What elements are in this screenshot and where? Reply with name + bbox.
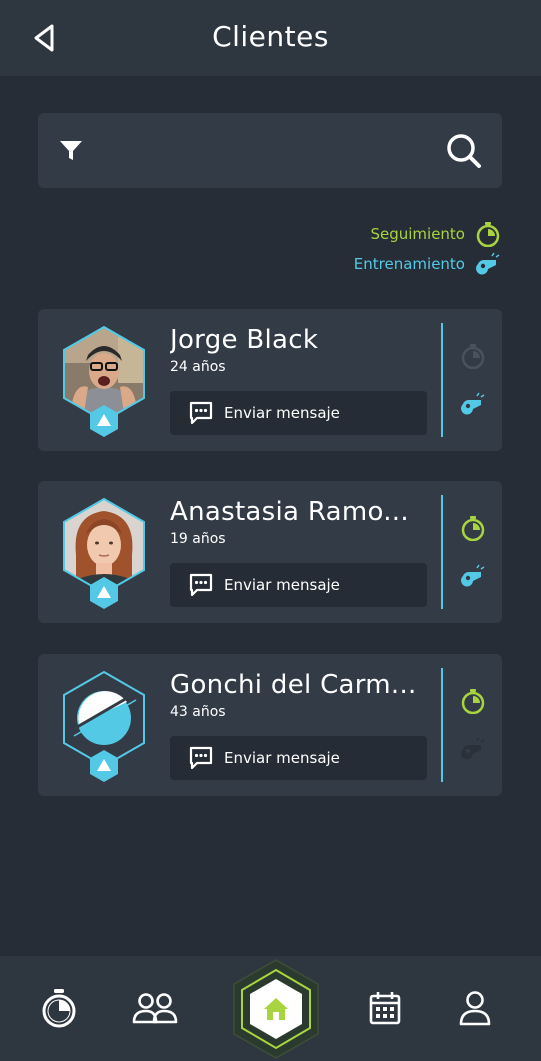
client-age: 19 años [170, 531, 226, 547]
send-message-label: Enviar mensaje [224, 576, 340, 594]
legend-seguimiento-label: Seguimiento [370, 225, 465, 243]
search-bar[interactable] [38, 113, 502, 188]
calendar-icon[interactable] [368, 990, 402, 1026]
profile-icon[interactable] [458, 990, 492, 1026]
send-message-button[interactable]: Enviar mensaje [170, 563, 427, 607]
stopwatch-icon [476, 222, 500, 247]
client-name: Jorge Black [170, 325, 319, 355]
legend-seguimiento: Seguimiento [370, 221, 501, 247]
legend-entrenamiento-label: Entrenamiento [353, 255, 465, 273]
card-divider [441, 495, 443, 609]
client-name: Anastasia Ramo... [170, 497, 409, 527]
app-header: Clientes [0, 0, 541, 76]
whistle-icon [461, 564, 485, 587]
clients-icon[interactable] [132, 992, 178, 1024]
home-icon[interactable] [228, 956, 324, 1061]
filter-icon[interactable] [58, 138, 84, 164]
client-avatar[interactable] [58, 323, 150, 437]
client-avatar[interactable] [58, 495, 150, 609]
send-message-label: Enviar mensaje [224, 749, 340, 767]
stopwatch-icon [461, 516, 485, 541]
card-divider [441, 668, 443, 782]
client-avatar[interactable] [58, 668, 150, 782]
bottom-nav [0, 956, 541, 1061]
whistle-icon [461, 737, 485, 760]
clients-screen: Clientes Seguimiento Entrenamiento Jorge… [0, 0, 541, 1061]
client-age: 43 años [170, 704, 226, 720]
stopwatch-icon [461, 344, 485, 369]
search-icon[interactable] [444, 131, 484, 171]
send-message-button[interactable]: Enviar mensaje [170, 736, 427, 780]
card-divider [441, 323, 443, 437]
whistle-icon [461, 392, 485, 415]
client-card[interactable]: Gonchi del Carm... 43 años Enviar mensaj… [38, 654, 502, 796]
chat-bubble-icon [189, 401, 213, 425]
client-card[interactable]: Anastasia Ramo... 19 años Enviar mensaje [38, 481, 502, 623]
chat-bubble-icon [189, 573, 213, 597]
legend-entrenamiento: Entrenamiento [354, 251, 501, 277]
client-name: Gonchi del Carm... [170, 670, 417, 700]
client-card[interactable]: Jorge Black 24 años Enviar mensaje [38, 309, 502, 451]
client-age: 24 años [170, 359, 226, 375]
chat-bubble-icon [189, 746, 213, 770]
whistle-icon [476, 252, 500, 275]
stopwatch-icon [461, 689, 485, 714]
send-message-label: Enviar mensaje [224, 404, 340, 422]
send-message-button[interactable]: Enviar mensaje [170, 391, 427, 435]
stopwatch-icon[interactable] [40, 988, 78, 1028]
page-title: Clientes [212, 20, 329, 53]
